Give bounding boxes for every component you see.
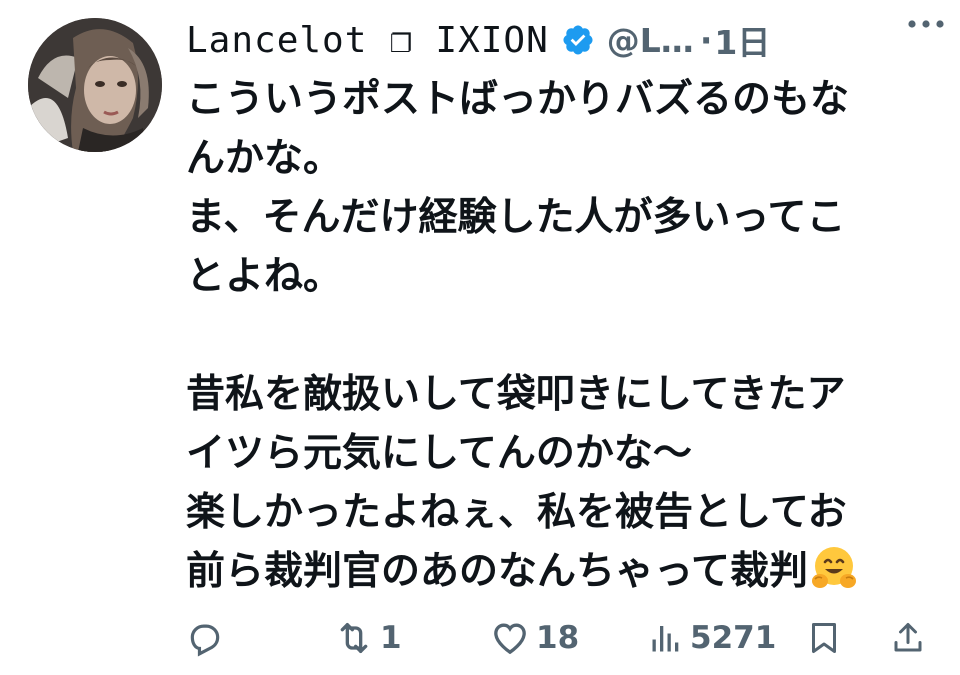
- separator-dot: ·: [699, 20, 713, 60]
- bookmark-icon: [812, 623, 836, 653]
- views-count: 5271: [690, 620, 777, 656]
- reply-button[interactable]: [186, 612, 230, 664]
- views-button[interactable]: 5271: [648, 612, 776, 664]
- post-line: こういうポストばっかりバズるのもな: [186, 77, 850, 122]
- post-line: とよね。: [186, 254, 343, 299]
- post-line: 前ら裁判官のあのなんちゃって裁判: [186, 549, 809, 594]
- post-body: こういうポストばっかりバズるのもな んかな。 ま、そんだけ経験した人が多いってこ…: [186, 70, 946, 601]
- more-options-icon[interactable]: [906, 14, 946, 34]
- verified-badge-icon[interactable]: [561, 23, 595, 57]
- display-name[interactable]: Lancelot ❐ IXION: [186, 20, 549, 61]
- post-line: イツら元気にしてんのかな〜: [186, 431, 692, 476]
- tweet[interactable]: Lancelot ❐ IXION @L… · 1日 こういうポストばっかりバズる…: [0, 0, 960, 675]
- share-icon: [894, 623, 922, 652]
- tweet-header: Lancelot ❐ IXION @L… · 1日: [186, 14, 946, 66]
- post-line: 楽しかったよねぇ、私を被告としてお: [186, 490, 847, 535]
- bookmark-button[interactable]: [806, 612, 842, 664]
- user-handle[interactable]: @L…: [607, 21, 694, 60]
- views-icon: [652, 626, 679, 652]
- like-count: 18: [536, 620, 580, 656]
- reply-icon: [190, 624, 220, 657]
- repost-button[interactable]: 1: [334, 612, 402, 664]
- heart-icon: [494, 623, 526, 655]
- action-bar: 1 18 5271: [186, 612, 926, 664]
- share-button[interactable]: [890, 612, 926, 664]
- post-last-line: 前ら裁判官のあのなんちゃって裁判: [186, 542, 946, 601]
- avatar[interactable]: [28, 18, 162, 152]
- post-line: ま、そんだけ経験した人が多いってこ: [186, 195, 846, 240]
- post-time[interactable]: 1日: [714, 16, 770, 64]
- hugging-face-emoji-icon: [810, 544, 858, 592]
- repost-count: 1: [380, 620, 402, 656]
- repost-icon: [340, 623, 368, 653]
- like-button[interactable]: 18: [490, 612, 579, 664]
- avatar-portrait-icon: [28, 18, 162, 152]
- post-blank-line: [186, 306, 946, 365]
- post-line: 昔私を敵扱いして袋叩きにしてきたア: [186, 372, 846, 417]
- post-line: んかな。: [186, 136, 343, 181]
